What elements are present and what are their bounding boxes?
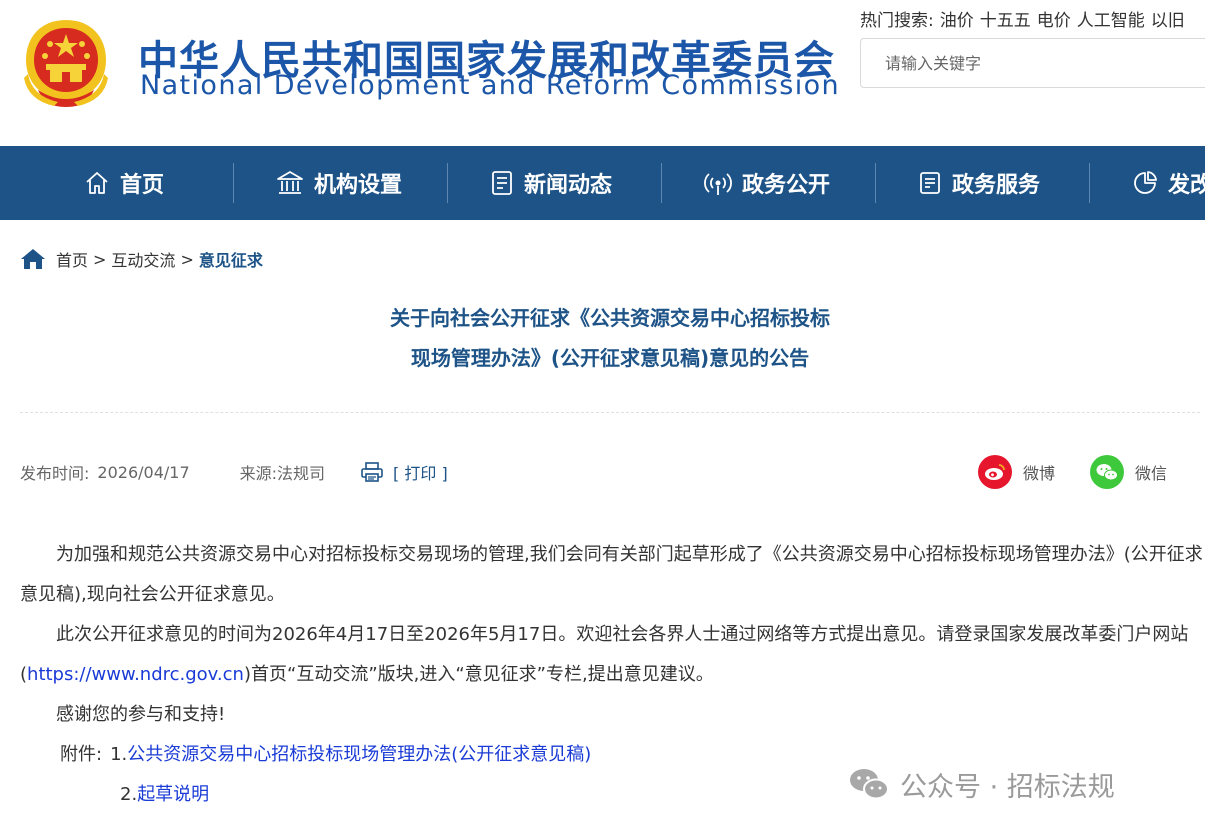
hot-search-item[interactable]: 以旧 [1151, 11, 1185, 31]
watermark-text: 公众号 · 招标法规 [900, 771, 1115, 803]
breadcrumb: 首页 > 互动交流 > 意见征求 [20, 245, 263, 273]
print-button[interactable]: [ 打印 ] [361, 460, 448, 484]
wechat-watermark-icon [850, 769, 889, 800]
hot-search-label: 热门搜索: [860, 11, 934, 31]
source-label: 来源: [239, 464, 278, 483]
breadcrumb-home[interactable]: 首页 [56, 247, 88, 271]
share-weibo-label: 微博 [1023, 464, 1056, 483]
nav-item-development[interactable]: 发改 [1132, 146, 1205, 220]
nav-item-institution[interactable]: 机构设置 [276, 146, 402, 220]
nav-item-gov-service[interactable]: 政务服务 [918, 146, 1040, 220]
attachment-label: 附件: [60, 744, 103, 765]
wechat-icon [1090, 455, 1124, 489]
print-label: [ 打印 ] [393, 464, 448, 483]
weibo-icon [978, 455, 1012, 489]
watermark: 公众号 · 招标法规 [848, 764, 1115, 804]
attachment-number: 2. [120, 784, 138, 805]
nav-item-gov-affairs[interactable]: 政务公开 [704, 146, 830, 220]
article-title-line2: 现场管理办法》(公开征求意见稿)意见的公告 [410, 346, 810, 370]
attachment-link-2[interactable]: 起草说明 [137, 784, 209, 805]
paragraph: 为加强和规范公共资源交易中心对招标投标交易现场的管理,我们会同有关部门起草形成了… [20, 544, 1203, 605]
nav-item-label: 首页 [120, 173, 165, 198]
breadcrumb-separator: > [180, 249, 194, 269]
hot-search: 热门搜索: 油价 十五五 电价 人工智能 以旧 [860, 6, 1185, 31]
printer-icon [361, 462, 383, 482]
hot-search-item[interactable]: 人工智能 [1077, 11, 1145, 31]
attachment-number: 1. [110, 744, 128, 765]
institution-icon [277, 171, 303, 194]
nav-divider [661, 163, 662, 203]
news-icon [492, 171, 512, 195]
nav-item-news[interactable]: 新闻动态 [490, 146, 612, 220]
main-nav: 首页 机构设置 新闻动态 政务公开 政务服务 发改 [0, 146, 1205, 220]
hot-search-item[interactable]: 电价 [1037, 11, 1071, 31]
ndrc-website-link[interactable]: https://www.ndrc.gov.cn [27, 664, 244, 685]
paragraph-text: )首页“互动交流”版块,进入“意见征求”专栏,提出意见建议。 [243, 664, 714, 685]
nav-item-label: 机构设置 [314, 173, 403, 198]
nav-item-label: 政务服务 [952, 173, 1041, 198]
share-wechat-label: 微信 [1135, 464, 1168, 483]
breadcrumb-current[interactable]: 意见征求 [199, 247, 263, 271]
home-icon [86, 172, 108, 194]
nav-item-label: 新闻动态 [524, 173, 613, 198]
national-emblem-icon[interactable] [18, 12, 114, 112]
article-title: 关于向社会公开征求《公共资源交易中心招标投标 现场管理办法》(公开征求意见稿)意… [0, 298, 1205, 378]
nav-divider [447, 163, 448, 203]
nav-item-label: 发改 [1168, 173, 1205, 198]
search-box [860, 38, 1205, 88]
document-icon [920, 172, 940, 194]
publish-label: 发布时间: [20, 464, 90, 483]
hot-search-item[interactable]: 油价 [940, 11, 974, 31]
title-divider [20, 412, 1200, 413]
source-value: 法规司 [277, 464, 326, 483]
search-input[interactable] [861, 39, 1205, 87]
nav-divider [233, 163, 234, 203]
pie-chart-icon [1134, 171, 1157, 194]
nav-item-label: 政务公开 [742, 173, 831, 198]
nav-divider [1089, 163, 1090, 203]
share-weibo-button[interactable]: 微博 [978, 455, 1055, 489]
article-title-line1: 关于向社会公开征求《公共资源交易中心招标投标 [390, 306, 830, 330]
breadcrumb-interaction[interactable]: 互动交流 [111, 247, 175, 271]
nav-item-home[interactable]: 首页 [84, 146, 164, 220]
nav-divider [875, 163, 876, 203]
publish-date: 2026/04/17 [97, 462, 190, 482]
site-header: 中华人民共和国国家发展和改革委员会 National Development a… [0, 0, 1205, 146]
attachment-link-1[interactable]: 公共资源交易中心招标投标现场管理办法(公开征求意见稿) [127, 744, 591, 765]
share-wechat-button[interactable]: 微信 [1090, 455, 1167, 489]
home-icon[interactable] [20, 247, 46, 271]
article-meta: 发布时间: 2026/04/17 来源: 法规司 [ 打印 ] [20, 458, 448, 486]
hot-search-item[interactable]: 十五五 [980, 11, 1031, 31]
breadcrumb-separator: > [93, 249, 107, 269]
paragraph: 感谢您的参与和支持! [56, 704, 226, 725]
broadcast-icon [704, 173, 732, 195]
site-title-en[interactable]: National Development and Reform Commissi… [140, 70, 840, 101]
paragraph: 此次公开征求意见的时间为2026年4月17日至2026年5月17日。欢迎社会各界… [20, 615, 1205, 695]
